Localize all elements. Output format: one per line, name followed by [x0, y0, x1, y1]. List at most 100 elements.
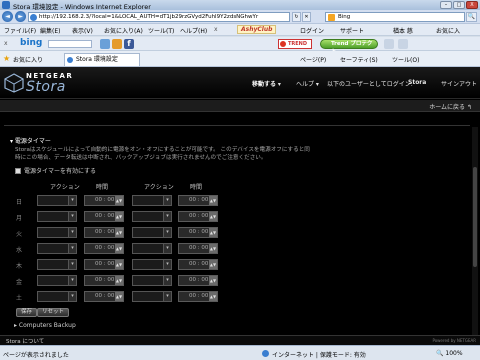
schedule-row: 土 ▾ 00 : 00 ▲▼ ▾ 00 : 00 ▲▼ — [4, 291, 264, 303]
reset-button[interactable]: リセット — [37, 308, 70, 317]
close-button[interactable]: X — [466, 1, 478, 9]
schedule-row: 金 ▾ 00 : 00 ▲▼ ▾ 00 : 00 ▲▼ — [4, 275, 264, 287]
about-stora-link[interactable]: Stora について — [6, 337, 44, 345]
home-bar: ホームに戻る ↰ — [0, 100, 480, 112]
maximize-button[interactable]: □ — [453, 1, 465, 9]
mail-icon[interactable] — [100, 39, 110, 49]
stora-header: NETGEAR Stora 移動する ▾ ヘルプ ▾ 以下のユーザーとしてログイ… — [0, 67, 480, 99]
stop-button[interactable]: ✕ — [302, 12, 311, 22]
favorites-link[interactable]: お気に入 — [436, 26, 460, 35]
action-select[interactable]: ▾ — [37, 227, 77, 238]
bing-search-input[interactable] — [48, 40, 92, 48]
forward-button[interactable]: ► — [15, 11, 26, 22]
time-field[interactable]: 00 : 00 ▲▼ — [84, 275, 124, 286]
section-description: Storaはスケジュールによって自動的に電源をオン・オフにすることが可能です。 … — [15, 147, 310, 161]
page-scrollbar[interactable] — [472, 127, 478, 337]
time-field[interactable]: 00 : 00 ▲▼ — [84, 211, 124, 222]
menu-view[interactable]: 表示(V) — [72, 26, 93, 35]
menu-file[interactable]: ファイル(F) — [4, 26, 36, 35]
action-select[interactable]: ▾ — [132, 227, 172, 238]
support-link[interactable]: サポート — [340, 26, 364, 35]
action-select[interactable]: ▾ — [132, 243, 172, 254]
minimize-button[interactable]: – — [440, 1, 452, 9]
browser-tab[interactable]: Stora 環境設定 — [64, 53, 140, 66]
time-field[interactable]: 00 : 00 ▲▼ — [178, 211, 218, 222]
time-field[interactable]: 00 : 00 ▲▼ — [84, 227, 124, 238]
favorites-label[interactable]: お気に入り — [13, 55, 43, 64]
action-select[interactable]: ▾ — [37, 243, 77, 254]
product-name: Stora — [26, 79, 66, 95]
back-button[interactable]: ◄ — [2, 11, 13, 22]
bing-icon — [328, 14, 335, 21]
cube-icon — [4, 73, 24, 93]
page-menu[interactable]: ページ(P) — [300, 55, 326, 64]
favorites-star-icon[interactable]: ★ — [3, 54, 10, 63]
computers-backup-section[interactable]: ▸ Computers Backup — [14, 322, 76, 329]
col-action-1: アクション — [50, 184, 80, 191]
time-field[interactable]: 00 : 00 ▲▼ — [178, 243, 218, 254]
nav-logged-in: 以下のユーザーとしてログイン: — [327, 81, 413, 88]
signout-link[interactable]: サインアウト — [441, 79, 477, 88]
tools-menu[interactable]: ツール(O) — [392, 55, 419, 64]
time-field[interactable]: 00 : 00 ▲▼ — [178, 291, 218, 302]
action-select[interactable]: ▾ — [37, 211, 77, 222]
schedule-row: 火 ▾ 00 : 00 ▲▼ ▾ 00 : 00 ▲▼ — [4, 227, 264, 239]
address-bar[interactable]: http://192.168.2.3/?local=1&LOCAL_AUTH=d… — [28, 12, 290, 22]
trend-protect-button[interactable]: Trend プロテクト — [320, 39, 378, 55]
action-select[interactable]: ▾ — [132, 291, 172, 302]
action-select[interactable]: ▾ — [132, 211, 172, 222]
action-select[interactable]: ▾ — [132, 275, 172, 286]
trend-button[interactable]: TREND — [278, 39, 312, 49]
scrollbar-thumb[interactable] — [473, 167, 477, 267]
favorites-bar: ★ お気に入り Stora 環境設定 ページ(P) セーフティ(S) ツール(O… — [0, 51, 480, 67]
search-button[interactable]: 🔍 — [466, 12, 477, 22]
tools-icon[interactable] — [384, 39, 394, 49]
menu-tools[interactable]: ツール(T) — [148, 26, 174, 35]
time-field[interactable]: 00 : 00 ▲▼ — [178, 275, 218, 286]
nav-help[interactable]: ヘルプ ▾ — [296, 79, 319, 88]
time-field[interactable]: 00 : 00 ▲▼ — [178, 195, 218, 206]
day-label: 木 — [16, 263, 23, 270]
section-title[interactable]: ▾ 電源タイマー — [10, 136, 51, 145]
netgear-logo: NETGEAR Stora — [4, 70, 94, 96]
action-select[interactable]: ▾ — [37, 195, 77, 206]
tab-title: Stora 環境設定 — [76, 56, 118, 63]
url-text: http://192.168.2.3/?local=1&LOCAL_AUTH=d… — [39, 14, 259, 20]
settings-icon[interactable] — [398, 39, 408, 49]
action-select[interactable]: ▾ — [37, 291, 77, 302]
time-field[interactable]: 00 : 00 ▲▼ — [84, 243, 124, 254]
time-field[interactable]: 00 : 00 ▲▼ — [84, 291, 124, 302]
home-link[interactable]: ホームに戻る ↰ — [429, 102, 472, 111]
save-button[interactable]: 保存 — [16, 308, 38, 317]
ie-icon — [2, 1, 10, 9]
safety-menu[interactable]: セーフティ(S) — [340, 55, 378, 64]
refresh-button[interactable]: ↻ — [292, 12, 301, 22]
facebook-icon[interactable]: f — [124, 39, 134, 49]
action-select[interactable]: ▾ — [37, 275, 77, 286]
menu-favorites[interactable]: お気に入り(A) — [104, 26, 143, 35]
enable-checkbox[interactable] — [15, 168, 21, 174]
toolbar-close-icon[interactable]: x — [214, 26, 218, 33]
menu-edit[interactable]: 編集(E) — [40, 26, 60, 35]
user-name[interactable]: 楢本 慈 — [393, 26, 413, 35]
action-select[interactable]: ▾ — [37, 259, 77, 270]
zoom-level[interactable]: 🔍 100% — [436, 350, 463, 357]
login-link[interactable]: ログイン — [300, 26, 324, 35]
nav-move[interactable]: 移動する ▾ — [252, 79, 281, 88]
enable-timer[interactable]: 電源タイマーを有効にする — [15, 166, 96, 175]
time-field[interactable]: 00 : 00 ▲▼ — [84, 259, 124, 270]
schedule-row: 日 ▾ 00 : 00 ▲▼ ▾ 00 : 00 ▲▼ — [4, 195, 264, 207]
ashyclub-button[interactable]: AshyClub — [237, 25, 277, 34]
time-field[interactable]: 00 : 00 ▲▼ — [84, 195, 124, 206]
bing-toolbar-close-icon[interactable]: x — [4, 40, 8, 47]
action-select[interactable]: ▾ — [132, 259, 172, 270]
time-field[interactable]: 00 : 00 ▲▼ — [178, 227, 218, 238]
menu-help[interactable]: ヘルプ(H) — [180, 26, 207, 35]
day-label: 火 — [16, 231, 23, 238]
time-field[interactable]: 00 : 00 ▲▼ — [178, 259, 218, 270]
day-label: 日 — [16, 199, 23, 206]
action-select[interactable]: ▾ — [132, 195, 172, 206]
news-icon[interactable] — [112, 39, 122, 49]
search-input[interactable]: Bing — [325, 12, 465, 22]
schedule-row: 木 ▾ 00 : 00 ▲▼ ▾ 00 : 00 ▲▼ — [4, 259, 264, 271]
